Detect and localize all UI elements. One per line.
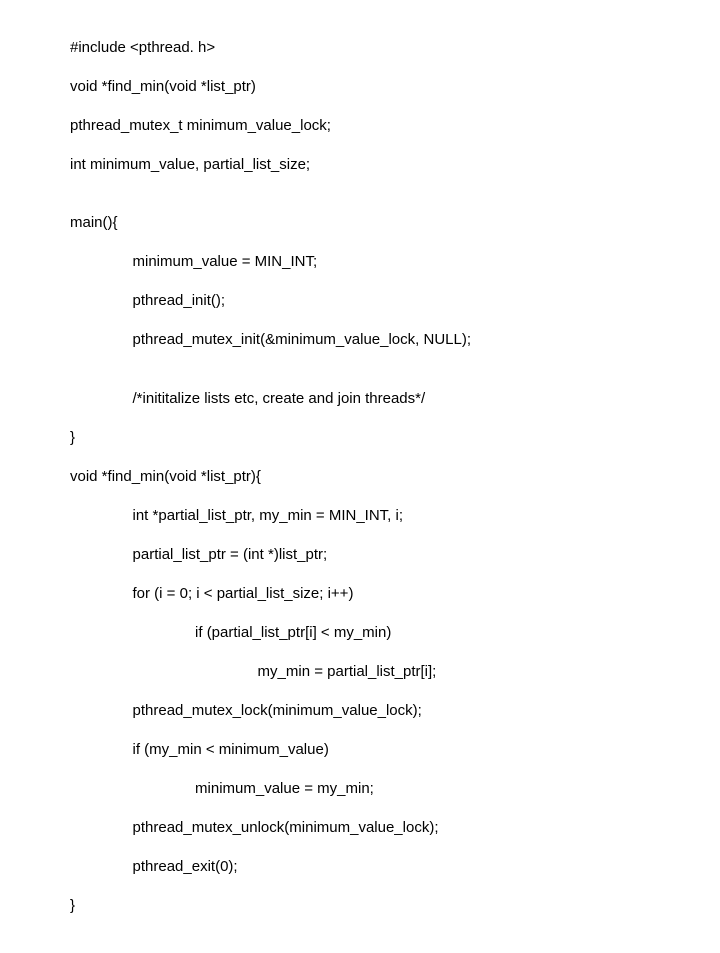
code-line: minimum_value = my_min;: [70, 779, 660, 799]
code-line: }: [70, 428, 660, 448]
code-line: partial_list_ptr = (int *)list_ptr;: [70, 545, 660, 565]
code-line: minimum_value = MIN_INT;: [70, 252, 660, 272]
code-line: for (i = 0; i < partial_list_size; i++): [70, 584, 660, 604]
code-line: pthread_mutex_t minimum_value_lock;: [70, 116, 660, 136]
code-line: pthread_mutex_unlock(minimum_value_lock)…: [70, 818, 660, 838]
code-line: my_min = partial_list_ptr[i];: [70, 662, 660, 682]
code-line: pthread_exit(0);: [70, 857, 660, 877]
code-line: void *find_min(void *list_ptr){: [70, 467, 660, 487]
code-line: if (partial_list_ptr[i] < my_min): [70, 623, 660, 643]
code-listing: #include <pthread. h> void *find_min(voi…: [0, 0, 720, 953]
code-line: if (my_min < minimum_value): [70, 740, 660, 760]
code-line: pthread_init();: [70, 291, 660, 311]
code-line: #include <pthread. h>: [70, 38, 660, 58]
code-line: int minimum_value, partial_list_size;: [70, 155, 660, 175]
code-line: pthread_mutex_lock(minimum_value_lock);: [70, 701, 660, 721]
code-line: /*inititalize lists etc, create and join…: [70, 389, 660, 409]
code-line: void *find_min(void *list_ptr): [70, 77, 660, 97]
code-line: main(){: [70, 213, 660, 233]
code-line: }: [70, 896, 660, 916]
code-line: pthread_mutex_init(&minimum_value_lock, …: [70, 330, 660, 350]
code-line: int *partial_list_ptr, my_min = MIN_INT,…: [70, 506, 660, 526]
